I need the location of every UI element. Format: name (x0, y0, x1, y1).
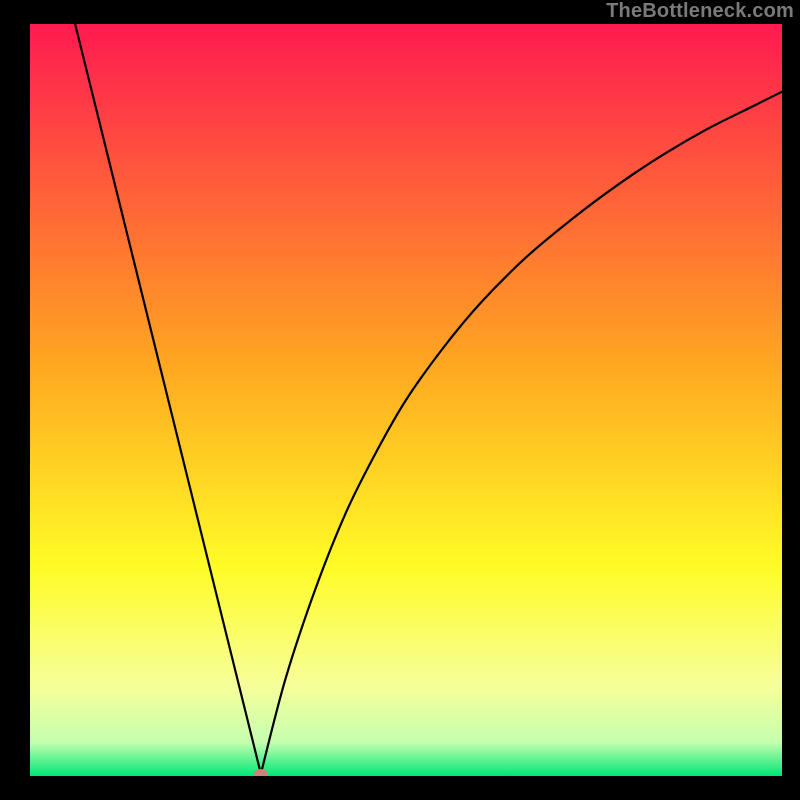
curve-layer (30, 24, 782, 776)
chart-canvas: TheBottleneck.com (0, 0, 800, 800)
plot-area (30, 24, 782, 776)
series-right-leg (261, 92, 782, 774)
watermark-label: TheBottleneck.com (606, 0, 794, 23)
series-left-leg (75, 24, 261, 774)
minimum-marker (254, 769, 268, 776)
